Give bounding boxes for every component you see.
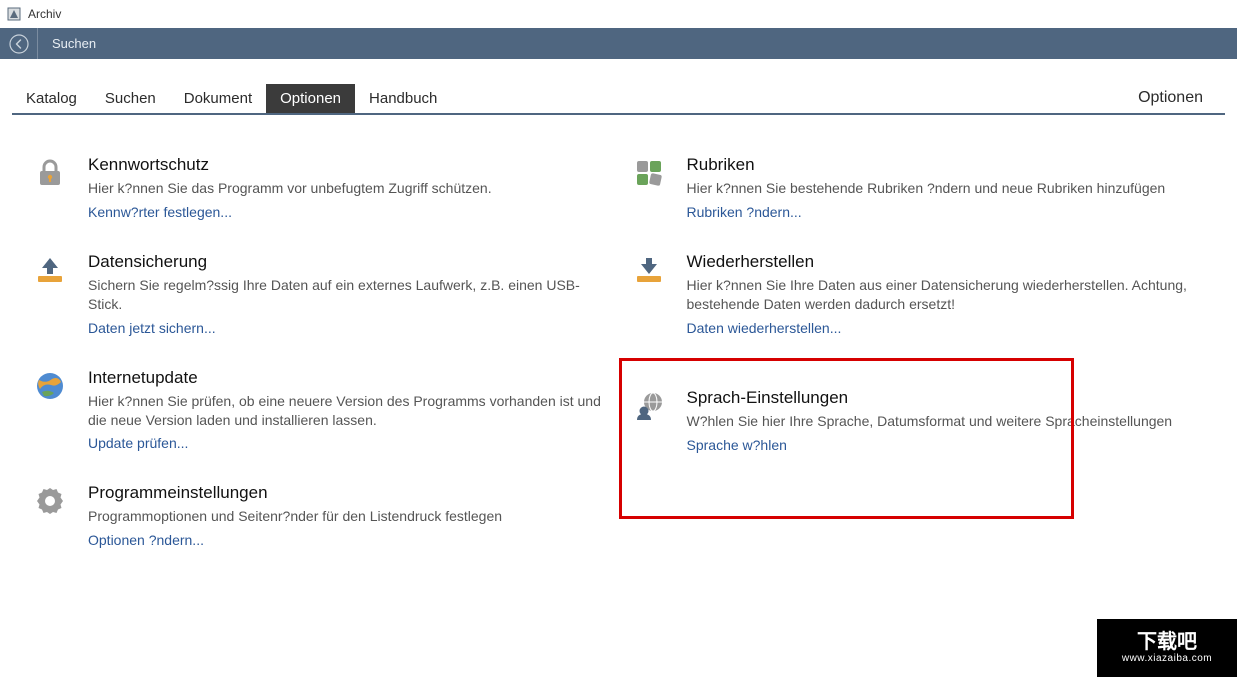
lock-icon: [28, 155, 72, 220]
column-right: Rubriken Hier k?nnen Sie bestehende Rubr…: [619, 145, 1218, 570]
tab-area: Katalog Suchen Dokument Optionen Handbuc…: [0, 59, 1237, 115]
card-title: Datensicherung: [88, 252, 608, 272]
card-programmeinstellungen: Programmeinstellungen Programmoptionen u…: [20, 473, 619, 570]
card-title: Internetupdate: [88, 368, 608, 388]
tab-suchen[interactable]: Suchen: [91, 84, 170, 113]
card-desc: Programmoptionen und Seitenr?nder für de…: [88, 507, 502, 526]
window-title: Archiv: [28, 7, 61, 21]
link-sprache-waehlen[interactable]: Sprache w?hlen: [687, 437, 787, 453]
card-desc: Hier k?nnen Sie prüfen, ob eine neuere V…: [88, 392, 608, 430]
card-title: Programmeinstellungen: [88, 483, 502, 503]
top-search-label[interactable]: Suchen: [38, 28, 110, 59]
card-rubriken: Rubriken Hier k?nnen Sie bestehende Rubr…: [619, 145, 1218, 242]
column-left: Kennwortschutz Hier k?nnen Sie das Progr…: [20, 145, 619, 570]
watermark: 下载吧 www.xiazaiba.com: [1097, 619, 1237, 677]
card-title: Rubriken: [687, 155, 1166, 175]
tab-handbuch[interactable]: Handbuch: [355, 84, 451, 113]
globe-icon: [28, 368, 72, 452]
tab-katalog[interactable]: Katalog: [12, 84, 91, 113]
page-heading: Optionen: [1124, 83, 1225, 113]
tabs-left: Katalog Suchen Dokument Optionen Handbuc…: [12, 84, 451, 113]
card-wiederherstellen: Wiederherstellen Hier k?nnen Sie Ihre Da…: [619, 242, 1218, 358]
card-kennwortschutz: Kennwortschutz Hier k?nnen Sie das Progr…: [20, 145, 619, 242]
title-bar: Archiv: [0, 0, 1237, 28]
card-internetupdate: Internetupdate Hier k?nnen Sie prüfen, o…: [20, 358, 619, 474]
tab-dokument[interactable]: Dokument: [170, 84, 266, 113]
link-optionen-aendern[interactable]: Optionen ?ndern...: [88, 532, 204, 548]
card-desc: Sichern Sie regelm?ssig Ihre Daten auf e…: [88, 276, 608, 314]
upload-icon: [28, 252, 72, 336]
link-update-pruefen[interactable]: Update prüfen...: [88, 435, 188, 451]
card-datensicherung: Datensicherung Sichern Sie regelm?ssig I…: [20, 242, 619, 358]
card-title: Sprach-Einstellungen: [687, 388, 1173, 408]
watermark-title: 下载吧: [1137, 632, 1197, 652]
card-title: Kennwortschutz: [88, 155, 492, 175]
link-kennwoerter-festlegen[interactable]: Kennw?rter festlegen...: [88, 204, 232, 220]
card-sprach-einstellungen: Sprach-Einstellungen W?hlen Sie hier Ihr…: [619, 358, 1218, 475]
card-desc: W?hlen Sie hier Ihre Sprache, Datumsform…: [687, 412, 1173, 431]
gear-icon: [28, 483, 72, 548]
download-icon: [627, 252, 671, 336]
language-icon: [627, 388, 671, 453]
top-bar: Suchen: [0, 28, 1237, 59]
card-desc: Hier k?nnen Sie bestehende Rubriken ?nde…: [687, 179, 1166, 198]
app-icon: [6, 6, 22, 22]
card-title: Wiederherstellen: [687, 252, 1207, 272]
content-area: Kennwortschutz Hier k?nnen Sie das Progr…: [0, 115, 1237, 580]
back-button[interactable]: [0, 28, 38, 59]
card-desc: Hier k?nnen Sie Ihre Daten aus einer Dat…: [687, 276, 1207, 314]
link-rubriken-aendern[interactable]: Rubriken ?ndern...: [687, 204, 802, 220]
link-daten-wiederherstellen[interactable]: Daten wiederherstellen...: [687, 320, 842, 336]
card-desc: Hier k?nnen Sie das Programm vor unbefug…: [88, 179, 492, 198]
tab-optionen[interactable]: Optionen: [266, 84, 355, 113]
tab-row: Katalog Suchen Dokument Optionen Handbuc…: [12, 83, 1225, 115]
watermark-url: www.xiazaiba.com: [1122, 654, 1212, 664]
link-daten-sichern[interactable]: Daten jetzt sichern...: [88, 320, 216, 336]
categories-icon: [627, 155, 671, 220]
